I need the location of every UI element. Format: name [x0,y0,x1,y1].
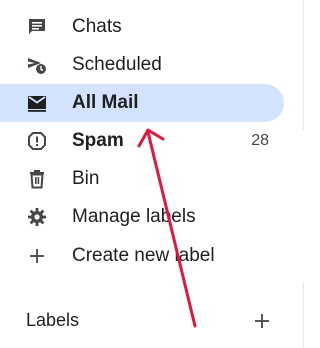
sidebar-item-bin[interactable]: Bin [0,160,284,198]
sidebar-item-label: Manage labels [72,206,196,227]
sidebar-item-all-mail[interactable]: All Mail [0,84,284,122]
labels-section-title: Labels [26,310,80,330]
sidebar-item-label: Bin [72,168,100,189]
plus-icon[interactable] [250,309,274,333]
sidebar-item-label: Scheduled [72,54,162,75]
trash-icon [26,168,48,190]
all-mail-icon [26,92,48,114]
chat-icon [26,16,48,38]
sidebar-item-scheduled[interactable]: Scheduled [0,46,284,84]
gear-icon [26,206,48,228]
sidebar-item-label: Chats [72,16,122,37]
plus-icon [26,245,48,267]
sidebar-item-manage-labels[interactable]: Manage labels [0,198,284,236]
sidebar-item-spam[interactable]: Spam 28 [0,122,284,160]
divider [303,0,304,130]
scheduled-send-icon [26,54,48,76]
sidebar-item-label: All Mail [72,92,139,113]
spam-icon [26,130,48,152]
sidebar-item-label: Spam [72,130,124,151]
sidebar-item-chats[interactable]: Chats [0,8,284,46]
divider [303,282,304,348]
sidebar-item-create-new-label[interactable]: Create new label [0,237,284,275]
unread-count-badge: 28 [251,132,269,149]
sidebar-item-label: Create new label [72,245,215,266]
